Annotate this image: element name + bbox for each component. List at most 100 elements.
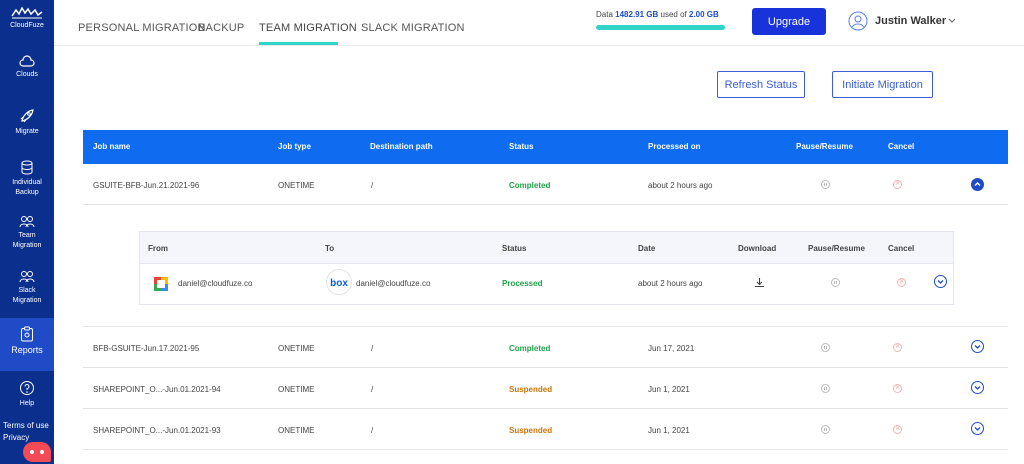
terms-link[interactable]: Terms of use — [3, 420, 49, 432]
initiate-migration-button[interactable]: Initiate Migration — [832, 71, 933, 98]
tab-slack-migration[interactable]: SLACK MIGRATION — [361, 22, 465, 34]
rocket-icon — [20, 109, 34, 123]
pause-icon[interactable] — [821, 343, 830, 352]
expand-icon[interactable] — [971, 381, 984, 394]
chat-widget-button[interactable] — [23, 442, 51, 462]
pause-icon[interactable] — [821, 425, 830, 434]
table-row[interactable]: SHAREPOINT_O...-Jun.01.2021-93 ONETIME /… — [83, 409, 1008, 450]
storage-total: 2.00 GB — [689, 10, 719, 19]
col-status: Status — [502, 244, 527, 253]
expand-icon[interactable] — [934, 275, 947, 288]
col-pause-resume: Pause/Resume — [808, 244, 865, 253]
col-pause-resume: Pause/Resume — [796, 142, 853, 151]
sidebar-item-team-migration[interactable]: Team Migration — [0, 215, 54, 251]
sidebar-item-label: Help — [19, 400, 35, 407]
job-type: ONETIME — [278, 344, 315, 353]
job-name: BFB-GSUITE-Jun.17.2021-95 — [93, 344, 200, 353]
logo-text: CloudFuze — [10, 22, 44, 29]
col-job-type: Job type — [278, 142, 311, 151]
sidebar-item-clouds[interactable]: Clouds — [0, 55, 54, 80]
chevron-down-icon — [937, 280, 944, 284]
destination-path: / — [371, 426, 374, 435]
col-job-name: Job name — [93, 142, 131, 151]
database-icon — [21, 160, 33, 175]
active-tab-indicator — [259, 42, 338, 45]
users-icon — [19, 216, 35, 228]
tab-backup[interactable]: BACKUP — [198, 22, 244, 34]
chevron-up-icon — [974, 182, 981, 186]
upgrade-button[interactable]: Upgrade — [752, 8, 826, 35]
job-type: ONETIME — [278, 181, 315, 190]
destination-path: / — [371, 181, 374, 190]
google-workspace-icon — [153, 276, 169, 292]
chat-dot — [30, 450, 34, 454]
sidebar-item-label: Team Migration — [12, 232, 42, 249]
cancel-icon[interactable] — [893, 423, 902, 434]
job-type: ONETIME — [278, 426, 315, 435]
box-logo-icon: box — [326, 269, 352, 295]
cancel-icon[interactable] — [893, 382, 902, 393]
sidebar-item-help[interactable]: Help — [0, 380, 54, 409]
tab-team-migration[interactable]: TEAM MIGRATION — [259, 22, 357, 34]
user-menu[interactable]: Justin Walker — [848, 11, 956, 31]
job-details-table: From To Status Date Download Pause/Resum… — [139, 231, 954, 305]
chat-dot — [40, 450, 44, 454]
jobs-table: Job name Job type Destination path Statu… — [83, 130, 1008, 450]
col-cancel: Cancel — [888, 142, 915, 151]
expand-icon[interactable] — [971, 340, 984, 353]
pause-icon[interactable] — [821, 384, 830, 393]
from-account: daniel@cloudfuze.co — [178, 279, 253, 288]
cloudfuze-logo-icon — [11, 6, 43, 19]
storage-text: Data 1482.91 GB used of 2.00 GB — [596, 10, 727, 19]
col-status: Status — [509, 142, 534, 151]
processed-on: about 2 hours ago — [648, 181, 713, 190]
chevron-down-icon — [974, 345, 981, 349]
sidebar-item-label: Individual Backup — [12, 179, 42, 196]
job-details-panel: From To Status Date Download Pause/Resum… — [83, 205, 1008, 327]
box-logo-text: box — [330, 278, 348, 289]
details-row[interactable]: daniel@cloudfuze.co box daniel@cloudfuze… — [140, 264, 953, 305]
sidebar-item-individual-backup[interactable]: Individual Backup — [0, 160, 54, 198]
cancel-icon[interactable] — [893, 178, 902, 189]
date: about 2 hours ago — [638, 279, 703, 288]
storage-used: 1482.91 GB — [615, 10, 659, 19]
processed-on: Jun 1, 2021 — [648, 385, 690, 394]
sidebar-footer: Terms of use Privacy — [3, 420, 49, 444]
tab-personal-migration[interactable]: PERSONAL MIGRATION — [78, 22, 206, 34]
processed-on: Jun 17, 2021 — [648, 344, 695, 353]
top-navigation: PERSONAL MIGRATION BACKUP TEAM MIGRATION… — [54, 0, 1024, 46]
job-name: SHAREPOINT_O...-Jun.01.2021-93 — [93, 426, 221, 435]
sidebar-item-reports[interactable]: Reports — [0, 318, 54, 371]
sidebar-item-label: Slack Migration — [12, 287, 42, 304]
cancel-icon[interactable] — [893, 341, 902, 352]
job-name: GSUITE-BFB-Jun.21.2021-96 — [93, 181, 200, 190]
collapse-icon[interactable] — [971, 178, 984, 191]
cloud-icon — [19, 55, 35, 67]
status-badge: Suspended — [509, 426, 553, 435]
col-to: To — [325, 244, 335, 253]
job-type: ONETIME — [278, 385, 315, 394]
cloudfuze-logo[interactable]: CloudFuze — [0, 6, 54, 29]
col-date: Date — [638, 244, 656, 253]
table-row[interactable]: GSUITE-BFB-Jun.21.2021-96 ONETIME / Comp… — [83, 164, 1008, 205]
user-avatar-icon — [848, 11, 868, 31]
col-processed-on: Processed on — [648, 142, 701, 151]
pause-icon[interactable] — [821, 180, 830, 189]
pause-icon[interactable] — [831, 278, 840, 287]
download-icon[interactable] — [754, 277, 765, 288]
user-name: Justin Walker — [875, 15, 947, 27]
sidebar-item-slack-migration[interactable]: Slack Migration — [0, 270, 54, 306]
users-icon — [19, 271, 35, 283]
sidebar-item-label: Migrate — [15, 128, 39, 135]
storage-usage: Data 1482.91 GB used of 2.00 GB — [596, 10, 727, 30]
status-badge: Suspended — [509, 385, 553, 394]
cancel-icon[interactable] — [897, 276, 906, 287]
table-row[interactable]: SHAREPOINT_O...-Jun.01.2021-94 ONETIME /… — [83, 368, 1008, 409]
sidebar-item-migrate[interactable]: Migrate — [0, 108, 54, 137]
col-from: From — [148, 244, 168, 253]
refresh-status-button[interactable]: Refresh Status — [717, 71, 805, 98]
to-account: daniel@cloudfuze.co — [356, 279, 431, 288]
table-row[interactable]: BFB-GSUITE-Jun.17.2021-95 ONETIME / Comp… — [83, 327, 1008, 368]
destination-path: / — [371, 344, 374, 353]
expand-icon[interactable] — [971, 422, 984, 435]
